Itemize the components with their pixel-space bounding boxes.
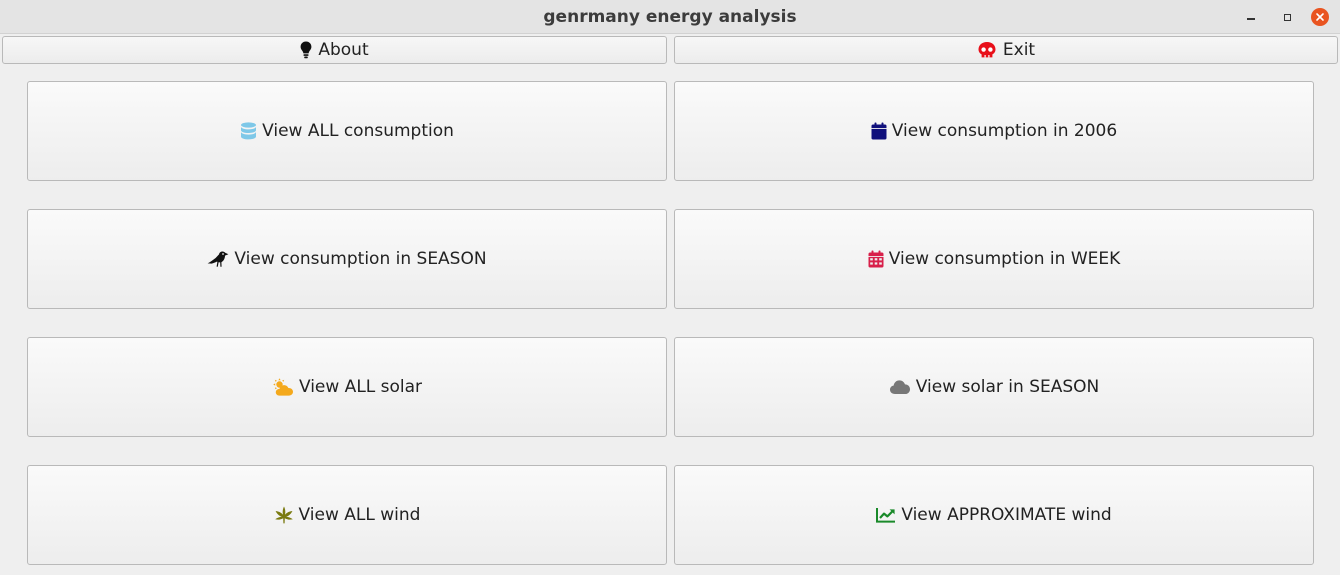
minimize-icon [1247, 18, 1255, 20]
close-icon [1316, 13, 1324, 21]
chart-line-icon [876, 507, 896, 523]
cloud-sun-icon [272, 378, 294, 396]
about-label: About [318, 40, 369, 60]
about-button[interactable]: About [2, 36, 667, 64]
view-consumption-season-button[interactable]: View consumption in SEASON [27, 209, 667, 309]
leaf-icon [274, 506, 294, 524]
cloud-icon [889, 379, 911, 395]
view-all-wind-button[interactable]: View ALL wind [27, 465, 667, 565]
button-label: View solar in SEASON [915, 377, 1100, 397]
button-label: View consumption in 2006 [891, 121, 1118, 141]
database-icon [240, 122, 257, 140]
view-all-solar-button[interactable]: View ALL solar [27, 337, 667, 437]
minimize-button[interactable] [1242, 8, 1260, 26]
maximize-button[interactable] [1278, 8, 1296, 26]
exit-label: Exit [1002, 40, 1036, 60]
crow-icon [207, 250, 229, 268]
button-label: View ALL consumption [262, 121, 454, 141]
window-title: genrmany energy analysis [543, 7, 797, 27]
title-bar: genrmany energy analysis [0, 0, 1340, 34]
skull-icon [977, 41, 997, 59]
button-label: View ALL solar [298, 377, 423, 397]
view-approximate-wind-button[interactable]: View APPROXIMATE wind [674, 465, 1314, 565]
view-consumption-week-button[interactable]: View consumption in WEEK [674, 209, 1314, 309]
view-solar-season-button[interactable]: View solar in SEASON [674, 337, 1314, 437]
exit-button[interactable]: Exit [674, 36, 1338, 64]
view-consumption-2006-button[interactable]: View consumption in 2006 [674, 81, 1314, 181]
maximize-icon [1283, 13, 1291, 21]
calendar-week-icon [868, 250, 884, 268]
button-label: View APPROXIMATE wind [901, 505, 1112, 525]
button-label: View consumption in SEASON [234, 249, 487, 269]
button-label: View ALL wind [298, 505, 421, 525]
button-label: View consumption in WEEK [888, 249, 1121, 269]
calendar-icon [871, 122, 887, 140]
close-button[interactable] [1311, 8, 1329, 26]
lightbulb-icon [300, 41, 312, 59]
view-all-consumption-button[interactable]: View ALL consumption [27, 81, 667, 181]
